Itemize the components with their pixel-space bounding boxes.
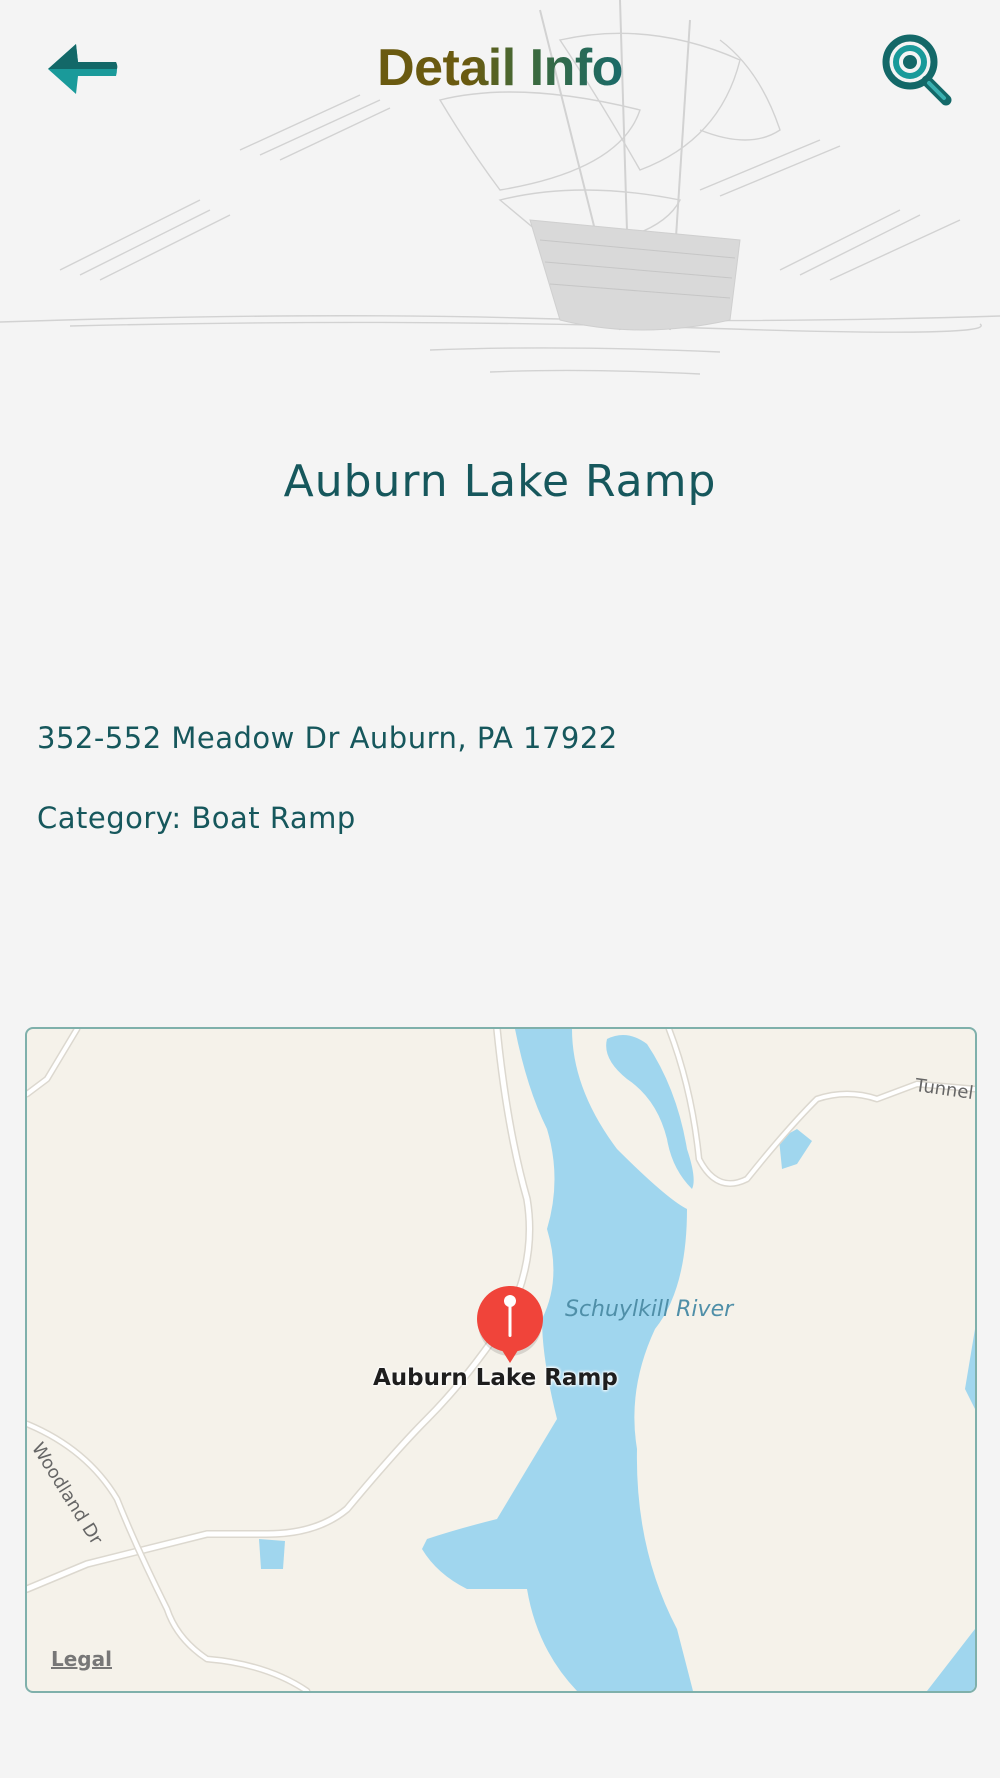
river-label: Schuylkill River [565,1297,734,1322]
place-category: Category: Boat Ramp [37,801,356,835]
search-icon [882,34,952,106]
map-pin-label: Auburn Lake Ramp [373,1365,618,1391]
search-button[interactable] [880,32,956,108]
place-name: Auburn Lake Ramp [283,456,717,507]
page-title: Detail Info [377,39,623,97]
map-pin-icon[interactable] [473,1283,547,1367]
location-map[interactable]: Schuylkill River Woodland Dr Tunnel Aubu… [25,1027,977,1693]
map-legal-link[interactable]: Legal [51,1647,112,1671]
place-address: 352-552 Meadow Dr Auburn, PA 17922 [37,721,618,755]
